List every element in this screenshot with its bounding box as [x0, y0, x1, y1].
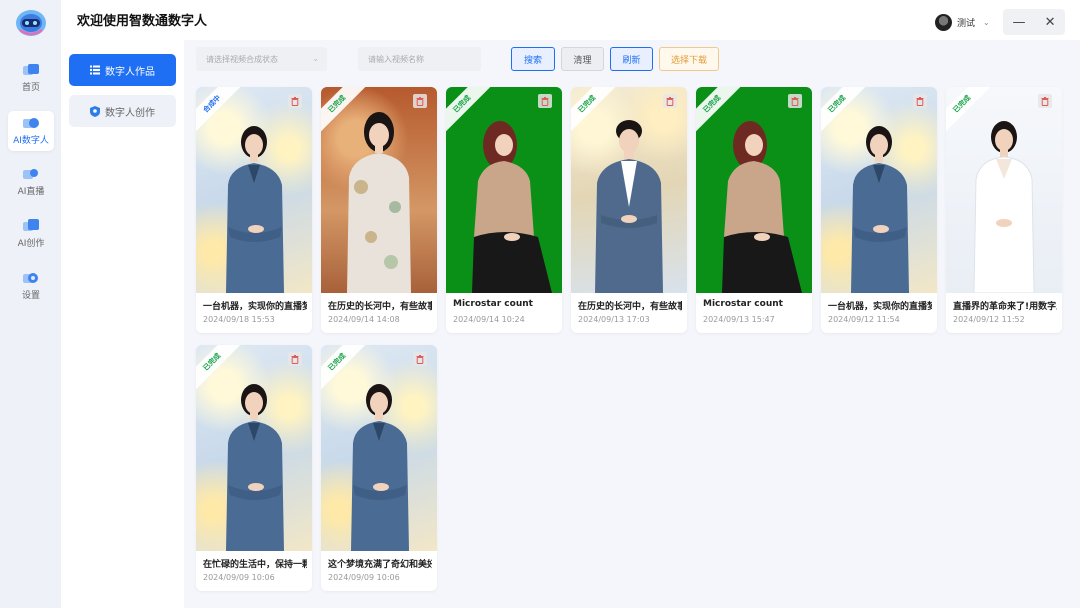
work-title: 一台机器，实现你的直播梦想	[828, 302, 932, 312]
window-controls: — ✕	[1003, 9, 1065, 35]
digital-human-figure	[722, 121, 802, 293]
trash-icon[interactable]	[788, 94, 802, 108]
tab-digital-human-create[interactable]: 数字人创作	[69, 95, 176, 127]
digital-human-figure	[595, 120, 663, 293]
rail-item-label: 首页	[21, 83, 40, 93]
trash-icon[interactable]	[913, 94, 927, 108]
status-select[interactable]: 请选择视频合成状态 ⌄	[196, 47, 327, 71]
work-title: Microstar count	[453, 299, 533, 309]
rail-item-0[interactable]: 首页	[8, 58, 54, 98]
rail-item-label: AI数字人	[13, 136, 49, 146]
video-thumbnail[interactable]: 合成中	[196, 87, 312, 293]
clear-button[interactable]: 清理	[561, 47, 604, 71]
digital-human-figure	[226, 126, 284, 293]
work-title: 在忙碌的生活中，保持一颗	[203, 560, 307, 570]
video-name-input[interactable]	[358, 47, 481, 71]
trash-icon[interactable]	[413, 352, 427, 366]
work-title: 直播界的革命来了!用数字人	[953, 302, 1057, 312]
trash-icon[interactable]	[288, 352, 302, 366]
app-title: 欢迎使用智数通数字人	[77, 14, 208, 29]
video-thumbnail[interactable]: 已完成	[946, 87, 1062, 293]
work-title: 一台机器，实现你的直播梦想	[203, 302, 307, 312]
work-title: 在历史的长河中，有些故事	[328, 302, 432, 312]
digital-human-figure	[351, 384, 409, 551]
video-thumbnail[interactable]: 已完成	[571, 87, 687, 293]
digital-human-figure	[226, 384, 284, 551]
work-date: 2024/09/12 11:52	[953, 315, 1025, 324]
live-icon	[23, 169, 38, 179]
tab-works-label: 数字人作品	[105, 66, 155, 78]
settings-icon	[23, 273, 38, 283]
close-button[interactable]: ✕	[1045, 15, 1056, 30]
rail-item-1[interactable]: AI数字人	[8, 111, 54, 151]
work-date: 2024/09/14 10:24	[453, 315, 525, 324]
digital-human-icon	[23, 118, 39, 128]
video-thumbnail[interactable]: 已完成	[321, 345, 437, 551]
app-logo-icon[interactable]	[14, 8, 48, 38]
rail-item-label: AI直播	[17, 187, 45, 197]
trash-icon[interactable]	[663, 94, 677, 108]
work-card[interactable]: 已完成 在历史的长河中，有些故事 2024/09/13 17:03	[571, 87, 687, 333]
user-menu[interactable]: 测试 ⌄	[935, 14, 990, 31]
list-icon	[90, 65, 100, 75]
avatar[interactable]	[935, 14, 952, 31]
video-thumbnail[interactable]: 已完成	[321, 87, 437, 293]
chevron-down-icon: ⌄	[312, 54, 319, 63]
home-icon	[23, 64, 39, 75]
digital-human-figure	[347, 112, 411, 293]
rail-item-label: AI创作	[17, 239, 45, 249]
status-select-placeholder: 请选择视频合成状态	[206, 54, 278, 64]
digital-human-figure	[973, 121, 1035, 293]
user-name[interactable]: 测试	[957, 16, 975, 29]
left-rail: 首页 AI数字人 AI直播 AI创作设置	[0, 0, 61, 608]
rail-item-3[interactable]: AI创作	[8, 214, 54, 254]
trash-icon[interactable]	[538, 94, 552, 108]
work-date: 2024/09/09 10:06	[203, 573, 275, 582]
work-title: 在历史的长河中，有些故事	[578, 302, 682, 312]
search-button[interactable]: 搜索	[511, 47, 555, 71]
create-icon	[23, 219, 39, 231]
tab-create-label: 数字人创作	[105, 107, 155, 119]
tab-digital-human-works[interactable]: 数字人作品	[69, 54, 176, 86]
rail-item-label: 设置	[21, 291, 40, 301]
trash-icon[interactable]	[413, 94, 427, 108]
work-card[interactable]: 已完成 在忙碌的生活中，保持一颗 2024/09/09 10:06	[196, 345, 312, 591]
work-title: 这个梦境充满了奇幻和美好	[328, 560, 432, 570]
minimize-button[interactable]: —	[1013, 15, 1026, 30]
video-thumbnail[interactable]: 已完成	[446, 87, 562, 293]
work-card[interactable]: 已完成 Microstar count 2024/09/13 15:47	[696, 87, 812, 333]
work-card[interactable]: 合成中 一台机器，实现你的直播梦想 2024/09/18 15:53	[196, 87, 312, 333]
refresh-button[interactable]: 刷新	[610, 47, 653, 71]
trash-icon[interactable]	[1038, 94, 1052, 108]
work-card[interactable]: 已完成 直播界的革命来了!用数字人 2024/09/12 11:52	[946, 87, 1062, 333]
sub-nav: 数字人作品 数字人创作	[61, 40, 184, 608]
video-thumbnail[interactable]: 已完成	[196, 345, 312, 551]
digital-human-figure	[472, 121, 552, 293]
top-bar: 欢迎使用智数通数字人	[61, 0, 1080, 40]
chevron-down-icon[interactable]: ⌄	[983, 18, 990, 27]
work-card[interactable]: 已完成 一台机器，实现你的直播梦想 2024/09/12 11:54	[821, 87, 937, 333]
work-card[interactable]: 已完成 在历史的长河中，有些故事 2024/09/14 14:08	[321, 87, 437, 333]
rail-item-2[interactable]: AI直播	[8, 162, 54, 202]
work-title: Microstar count	[703, 299, 783, 309]
work-date: 2024/09/12 11:54	[828, 315, 900, 324]
work-date: 2024/09/09 10:06	[328, 573, 400, 582]
select-download-button[interactable]: 选择下载	[659, 47, 719, 71]
work-date: 2024/09/18 15:53	[203, 315, 275, 324]
work-card[interactable]: 已完成 这个梦境充满了奇幻和美好 2024/09/09 10:06	[321, 345, 437, 591]
digital-human-figure	[851, 126, 909, 293]
work-date: 2024/09/13 17:03	[578, 315, 650, 324]
work-date: 2024/09/13 15:47	[703, 315, 775, 324]
shield-icon	[90, 105, 100, 117]
work-date: 2024/09/14 14:08	[328, 315, 400, 324]
trash-icon[interactable]	[288, 94, 302, 108]
video-thumbnail[interactable]: 已完成	[821, 87, 937, 293]
work-card[interactable]: 已完成 Microstar count 2024/09/14 10:24	[446, 87, 562, 333]
video-thumbnail[interactable]: 已完成	[696, 87, 812, 293]
rail-item-4[interactable]: 设置	[8, 266, 54, 306]
